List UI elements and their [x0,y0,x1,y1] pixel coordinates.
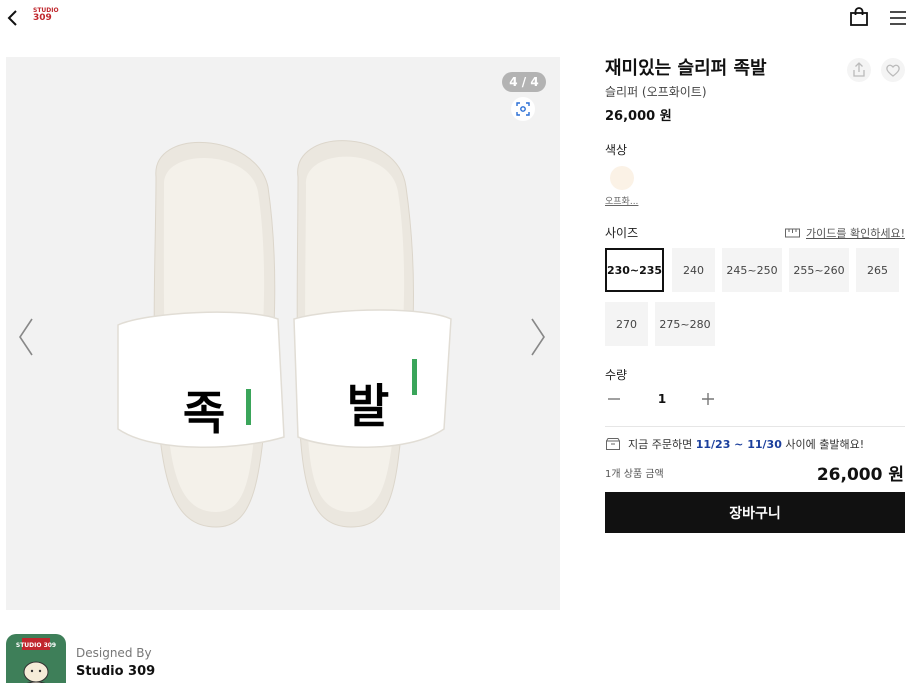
color-label: 색상 [605,143,628,157]
share-button[interactable] [847,58,871,82]
strap-text-right: 발 [347,379,389,433]
cart-button[interactable] [849,7,869,27]
product-title: 재미있는 슬리퍼 족발 [605,58,767,79]
avatar-text: STUDIO 309 [16,642,56,649]
product-price: 26,000 원 [605,109,672,124]
quantity-increase-button[interactable] [698,389,718,409]
shopping-bag-icon [850,7,868,26]
size-option[interactable]: 240 [672,248,715,292]
zoom-button[interactable] [511,97,535,121]
share-icon [853,62,865,77]
size-option[interactable]: 270 [605,302,648,346]
designer-name[interactable]: Studio 309 [76,664,155,679]
product-image-gallery[interactable]: 족 발 4 / 4 [6,57,560,610]
box-icon [606,438,620,450]
strap-brand-mark-right [412,359,417,395]
quantity-label: 수량 [605,368,628,382]
wishlist-button[interactable] [881,58,905,82]
logo-main-text: 309 [33,13,52,23]
add-to-cart-button[interactable]: 장바구니 [605,492,905,533]
product-subtitle: 슬리퍼 (오프화이트) [605,85,707,99]
back-button[interactable] [4,8,24,28]
size-guide-text: 가이드를 확인하세요! [806,227,905,240]
size-option[interactable]: 245~250 [722,248,782,292]
chevron-left-icon [19,318,33,356]
shipping-notice: 지금 주문하면 11/23 ~ 11/30 사이에 출발해요! [606,436,864,452]
size-option[interactable]: 230~235 [605,248,664,292]
strap-brand-mark-left [246,389,251,425]
quantity-decrease-button[interactable] [604,389,624,409]
color-name[interactable]: 오프화... [605,194,638,207]
designed-by-label: Designed By [76,646,152,660]
total-price: 26,000 원 [816,465,904,485]
next-image-button[interactable] [526,315,550,359]
minus-icon [608,398,620,400]
hamburger-menu-icon [890,11,906,25]
image-counter-badge: 4 / 4 [502,72,546,92]
size-label: 사이즈 [605,226,639,240]
designer-avatar[interactable]: STUDIO 309 [6,634,66,683]
size-option[interactable]: 255~260 [789,248,849,292]
heart-icon [886,64,900,77]
quantity-value[interactable]: 1 [652,392,672,406]
total-label: 1개 상품 금액 [605,469,664,480]
size-option[interactable]: 265 [856,248,899,292]
designer-avatar-image: STUDIO 309 [16,638,56,683]
size-option[interactable]: 275~280 [655,302,715,346]
strap-text-left: 족 [183,386,225,440]
divider [605,426,905,427]
chevron-left-icon [7,10,17,26]
ruler-icon [785,228,800,238]
previous-image-button[interactable] [14,315,38,359]
plus-icon [702,393,714,405]
color-swatch-offwhite[interactable] [610,166,634,190]
menu-button[interactable] [888,8,908,28]
shipping-suffix: 사이에 출발해요! [785,438,865,451]
chevron-right-icon [531,318,545,356]
product-image: 족 발 [117,140,452,528]
zoom-icon [516,102,530,116]
size-guide-link[interactable]: 가이드를 확인하세요! [785,225,905,241]
shipping-prefix: 지금 주문하면 [628,438,693,451]
brand-logo[interactable]: STUDIO 309 [33,8,59,28]
shipping-dates: 11/23 ~ 11/30 [695,438,782,451]
